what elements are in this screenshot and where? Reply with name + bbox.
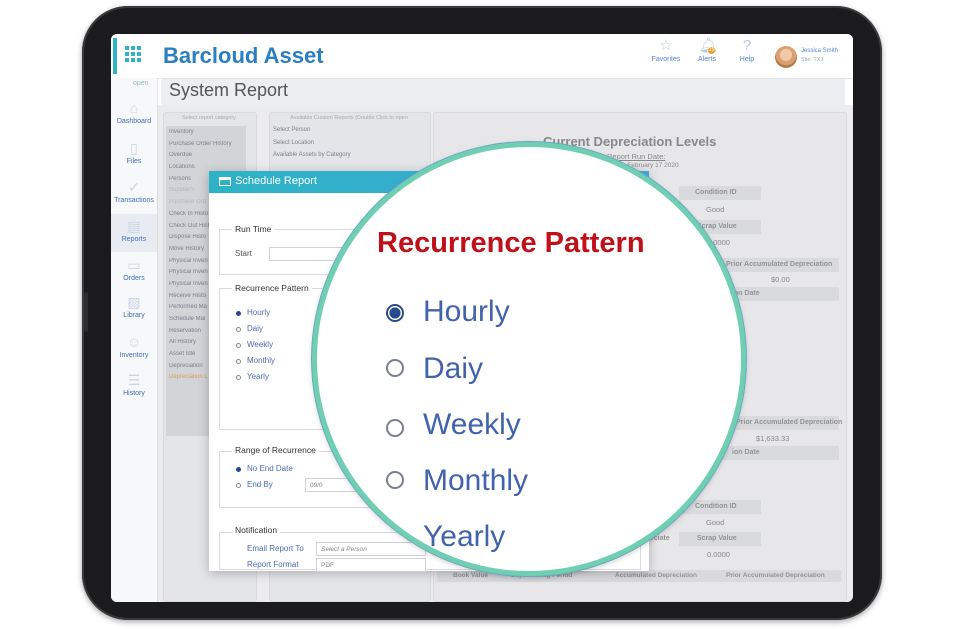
home-icon: ⌂: [129, 100, 139, 116]
recurrence-label: Recurrence Pattern: [232, 283, 312, 293]
file-icon: ▯: [130, 140, 138, 156]
radio-no-end-date[interactable]: [236, 467, 241, 472]
image-icon: ▨: [127, 294, 141, 310]
option-label: Hourly: [247, 308, 271, 317]
sidebar-item-inventory[interactable]: ☺ Inventory: [111, 334, 157, 359]
sidebar-item-files[interactable]: ▯ Files: [111, 140, 157, 165]
start-label: Start: [235, 249, 252, 258]
modal-title: Schedule Report: [235, 175, 317, 187]
radio-hourly[interactable]: [236, 311, 241, 316]
no-end-date-label: No End Date: [247, 464, 293, 473]
notification-label: Notification: [232, 525, 281, 535]
sidebar-item-label: History: [123, 390, 145, 397]
chart-icon: ▤: [127, 218, 141, 234]
end-by-label: End By: [247, 480, 273, 489]
sidebar-item-transactions[interactable]: ✓ Transactions: [111, 179, 157, 204]
alerts-label: Alerts: [698, 56, 716, 63]
top-header: Barcloud Asset ☆ Favorites 🔔︎ Alerts 15 …: [111, 34, 853, 79]
radio-end-by[interactable]: [236, 483, 241, 488]
magnifier-lens: Recurrence Pattern Hourly Daiy Weekly Mo…: [312, 142, 746, 576]
lens-radio-daily[interactable]: [386, 359, 404, 377]
sidebar-item-label: Transactions: [114, 197, 154, 204]
sidebar-item-library[interactable]: ▨ Library: [111, 294, 157, 319]
sidebar-item-dashboard[interactable]: ⌂ Dashboard: [111, 100, 157, 125]
page-title: System Report: [169, 80, 289, 100]
favorites-label: Favorites: [651, 56, 681, 63]
user-site: Site: TX3: [801, 57, 824, 63]
option-label: Monthly: [247, 356, 276, 365]
sidebar-item-label: Library: [123, 312, 145, 319]
lens-radio-monthly[interactable]: [386, 471, 404, 489]
sidebar-item-label: Inventory: [119, 352, 149, 359]
sidebar-item-orders[interactable]: ▭ Orders: [111, 257, 157, 282]
lens-option-label: Monthly: [423, 464, 529, 497]
lens-option-label: Daiy: [423, 352, 484, 385]
report-format-select[interactable]: PDF: [316, 558, 426, 572]
tablet-camera: [84, 292, 88, 332]
report-format-label: Report Format: [247, 560, 299, 569]
favorites-button[interactable]: ☆ Favorites: [644, 37, 688, 64]
run-time-label: Run Time: [232, 224, 275, 234]
history-icon: ☰: [127, 372, 141, 388]
brand-title: Barcloud Asset: [163, 43, 324, 68]
window-icon: [219, 177, 231, 186]
lens-title: Recurrence Pattern: [377, 227, 645, 259]
sidebar-item-label: Dashboard: [116, 118, 152, 125]
lens-radio-weekly[interactable]: [386, 419, 404, 437]
check-circle-icon: ✓: [128, 179, 140, 195]
alerts-count-badge: 15: [708, 47, 715, 54]
alerts-button[interactable]: 🔔︎ Alerts: [685, 38, 729, 64]
radio-monthly[interactable]: [236, 359, 241, 364]
lens-radio-hourly[interactable]: [386, 304, 404, 322]
lens-option-label: Yearly: [423, 520, 506, 553]
radio-yearly[interactable]: [236, 375, 241, 380]
lens-option-label: Weekly: [423, 408, 521, 441]
star-icon: ☆: [659, 37, 673, 54]
sidebar-item-label: Files: [126, 158, 142, 165]
user-icon: ☺: [126, 334, 142, 350]
sidebar-item-label: Reports: [121, 236, 147, 243]
avatar[interactable]: [775, 46, 797, 68]
email-report-label: Email Report To: [247, 544, 304, 553]
sidebar-item-history[interactable]: ☰ History: [111, 372, 157, 397]
sidebar-open-toggle[interactable]: open: [133, 80, 149, 87]
radio-daily[interactable]: [236, 327, 241, 332]
range-label: Range of Recurrence: [232, 445, 319, 455]
sidebar-item-label: Orders: [123, 275, 145, 282]
option-label: Weekly: [247, 340, 274, 349]
orders-icon: ▭: [127, 257, 141, 273]
help-button[interactable]: ? Help: [725, 37, 769, 64]
app-menu-grid-icon[interactable]: [113, 38, 155, 74]
email-report-input[interactable]: Select a Person: [316, 542, 426, 556]
help-icon: ?: [742, 37, 752, 54]
help-label: Help: [739, 56, 755, 63]
option-label: Daiy: [247, 324, 264, 333]
lens-option-label: Hourly: [423, 295, 510, 328]
radio-weekly[interactable]: [236, 343, 241, 348]
sidebar-item-reports[interactable]: ▤ Reports: [111, 214, 157, 252]
option-label: Yearly: [247, 372, 269, 381]
user-name: Jessica Smith: [801, 48, 839, 54]
